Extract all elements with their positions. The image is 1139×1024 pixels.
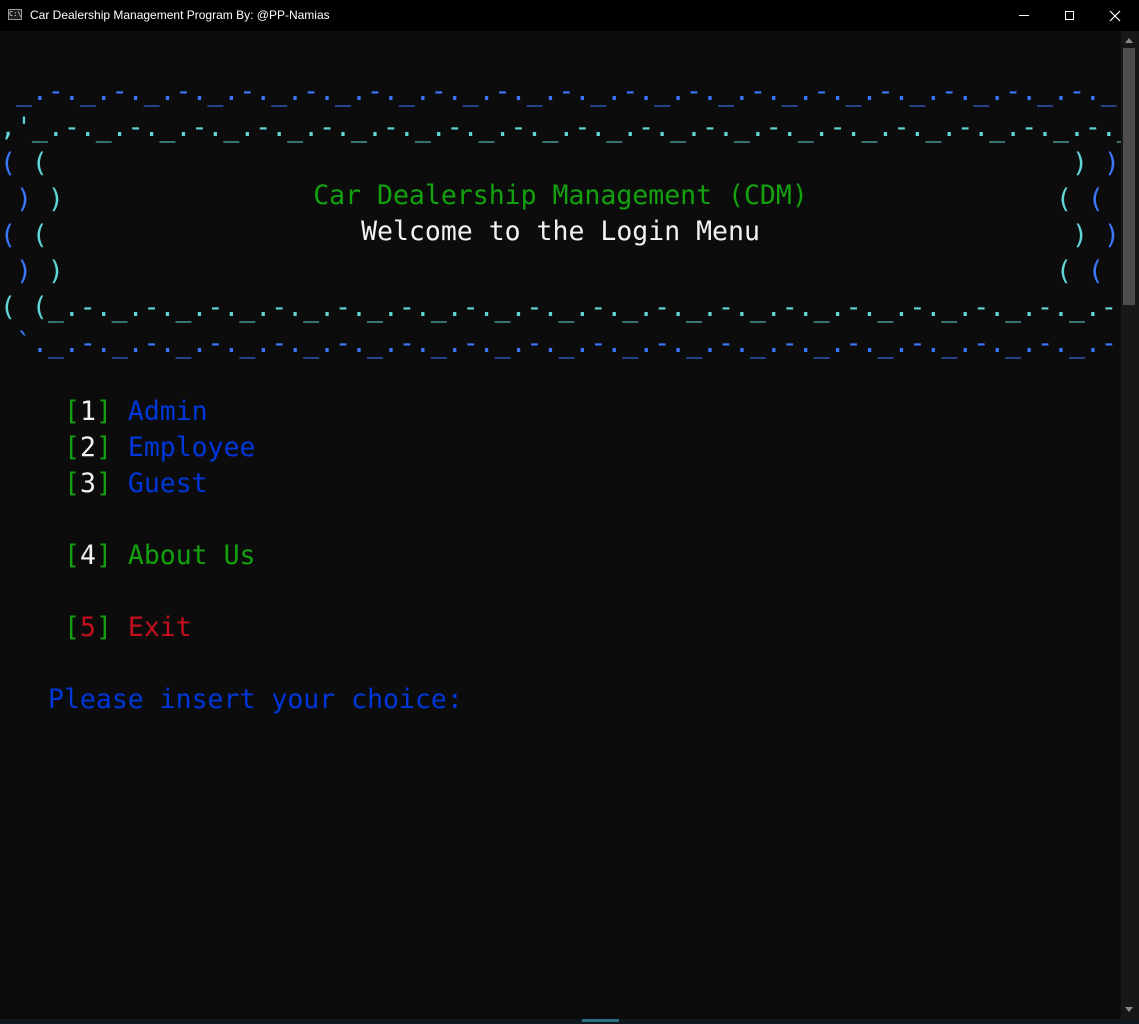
banner-border-bottom-inner: ( (_.-._.-._.-._.-._.-._.-._.-._.-._.-._… [0,292,1121,323]
banner-side-row-4-right: ( ( [1056,256,1104,287]
minimize-icon [1019,15,1029,16]
scroll-down-arrow-icon[interactable] [1125,1007,1133,1012]
menu-item-label: Exit [127,612,192,643]
menu-item-number: 3 [79,468,96,499]
menu-item-guest[interactable]: [3] Guest [64,466,208,502]
menu-item-label: Admin [127,396,208,427]
scroll-up-arrow-icon[interactable] [1125,38,1133,43]
banner-side-row-1-right: ) ) [1072,148,1120,179]
window-title: Car Dealership Management Program By: @P… [30,8,330,22]
console-app-icon: C:\ [8,9,22,20]
banner-border-top-inner: ,'_.-._.-._.-._.-._.-._.-._.-._.-._.-._.… [0,112,1121,143]
vertical-scrollbar[interactable] [1121,31,1139,1019]
window-titlebar: C:\ Car Dealership Management Program By… [0,0,1139,31]
banner-title: Car Dealership Management (CDM) [313,180,808,211]
menu-item-number: 2 [79,432,96,463]
menu-item-number: 4 [79,540,96,571]
banner-side-row-4: ) ) [0,256,64,287]
close-button[interactable] [1092,0,1138,31]
menu-item-label: About Us [127,540,256,571]
choice-prompt[interactable]: Please insert your choice: [48,682,463,718]
menu-item-exit[interactable]: [5] Exit [64,610,192,646]
menu-item-label: Guest [127,468,208,499]
maximize-button[interactable] [1046,0,1092,31]
banner-border-bottom-outer: `._.-._.-._.-._.-._.-._.-._.-._.-._.-._.… [16,328,1121,359]
menu-item-about-us[interactable]: [4] About Us [64,538,256,574]
menu-item-number: 5 [79,612,96,643]
maximize-icon [1064,11,1074,20]
scrollbar-thumb[interactable] [1123,48,1135,305]
banner-subtitle: Welcome to the Login Menu [361,216,760,247]
bottom-edge [0,1019,1139,1024]
close-icon [1109,10,1121,21]
menu-item-number: 1 [79,396,96,427]
minimize-button[interactable] [1001,0,1047,31]
banner-side-row-1: ( ( [0,148,48,179]
bottom-edge-mark [582,1019,619,1022]
console-output: _.-._.-._.-._.-._.-._.-._.-._.-._.-._.-.… [0,31,1121,1019]
banner-border-top-outer: _.-._.-._.-._.-._.-._.-._.-._.-._.-._.-.… [0,76,1121,107]
menu-item-employee[interactable]: [2] Employee [64,430,256,466]
menu-item-label: Employee [127,432,256,463]
menu-item-admin[interactable]: [1] Admin [64,394,208,430]
